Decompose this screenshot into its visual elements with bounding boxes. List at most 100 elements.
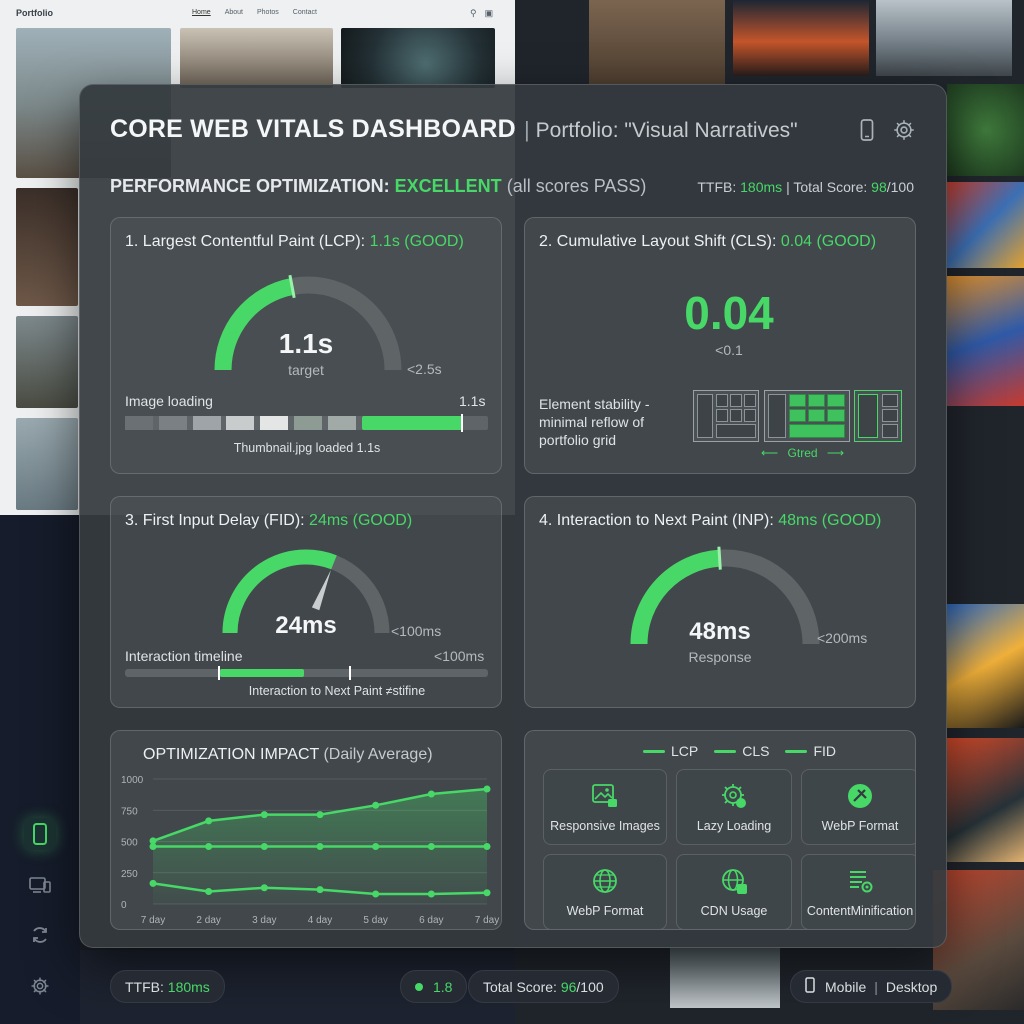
background-photo bbox=[947, 182, 1024, 268]
chip-responsive-images[interactable]: Responsive Images bbox=[543, 769, 667, 845]
status-dot bbox=[415, 982, 423, 991]
inp-title: 4. Interaction to Next Paint (INP): 48ms… bbox=[539, 512, 881, 530]
footer-score-value: 96 bbox=[560, 978, 577, 995]
grid-cell bbox=[716, 409, 728, 422]
data-point bbox=[316, 886, 324, 894]
fid-status: 24ms (GOOD) bbox=[309, 512, 413, 529]
background-nav-about[interactable]: About bbox=[225, 9, 243, 16]
chip-cdn-usage[interactable]: CDN Usage bbox=[676, 854, 792, 929]
chip-webp-format[interactable]: WebP Format bbox=[801, 769, 915, 845]
layout-grid-after bbox=[854, 390, 902, 442]
impact-line-chart: 0 250 500 750 1000 7 day 2 day 3 day 4 day 5 day 6… bbox=[121, 775, 499, 926]
chip-webp-format-2[interactable]: WebP Format bbox=[543, 854, 667, 929]
cls-title: 2. Cumulative Layout Shift (CLS): 0.04 (… bbox=[539, 233, 876, 251]
background-photo bbox=[733, 0, 869, 76]
lcp-threshold: <2.5s bbox=[407, 361, 442, 377]
settings-icon[interactable] bbox=[24, 970, 56, 1002]
chip-content-minification[interactable]: ContentMinification bbox=[801, 854, 915, 929]
fid-card: 3. First Input Delay (FID): 24ms (GOOD) … bbox=[110, 496, 502, 708]
layout-grid-stable bbox=[764, 390, 850, 442]
chip-label: CDN Usage bbox=[700, 904, 768, 918]
chip-label: WebP Format bbox=[566, 904, 644, 918]
grid-cell bbox=[827, 409, 845, 422]
data-point bbox=[149, 843, 157, 850]
background-photo bbox=[947, 276, 1024, 406]
background-navbar: Portfolio Home About Photos Contact ⚲ ▣ bbox=[0, 0, 515, 26]
fid-title: 3. First Input Delay (FID): 24ms (GOOD) bbox=[125, 512, 412, 530]
timeline-threshold: <100ms bbox=[434, 648, 485, 664]
grid-cell bbox=[716, 424, 756, 438]
bag-icon[interactable]: ▣ bbox=[485, 8, 494, 19]
image-loading-progress bbox=[362, 416, 462, 430]
data-point bbox=[372, 801, 380, 809]
grid-cell bbox=[789, 424, 845, 438]
gear-icon[interactable] bbox=[891, 117, 917, 143]
filmstrip-frame bbox=[193, 416, 221, 430]
mobile-view-icon[interactable] bbox=[24, 818, 56, 850]
background-photo bbox=[947, 84, 1024, 176]
data-point bbox=[316, 811, 324, 819]
refresh-icon[interactable] bbox=[24, 919, 56, 951]
background-photo bbox=[16, 188, 78, 306]
background-photo bbox=[16, 418, 78, 510]
footer-ttfb-label: TTFB: bbox=[125, 978, 164, 995]
cls-value: 0.04 bbox=[684, 287, 774, 339]
background-brand: Portfolio bbox=[16, 8, 53, 18]
mode-separator: | bbox=[874, 978, 878, 995]
background-photo bbox=[947, 738, 1024, 862]
data-point bbox=[260, 884, 268, 892]
chip-lazy-loading[interactable]: Lazy Loading bbox=[676, 769, 792, 845]
footer-total-score: Total Score: 96/100 bbox=[468, 970, 619, 1003]
timeline-caption: Interaction to Next Paint ≠stifine bbox=[248, 684, 426, 698]
image-loading-time: 1.1s bbox=[459, 393, 486, 409]
timeline-progress bbox=[220, 669, 304, 677]
footer-ttfb-value: 180ms bbox=[167, 978, 210, 995]
background-nav-contact[interactable]: Contact bbox=[293, 9, 317, 16]
filmstrip-frame bbox=[328, 416, 356, 430]
x-tick-label: 7 day bbox=[475, 915, 499, 926]
x-tick-label: 2 day bbox=[196, 915, 220, 926]
grid-cell bbox=[744, 409, 756, 422]
grid-cell bbox=[768, 394, 786, 438]
mode-desktop[interactable]: Desktop bbox=[886, 979, 937, 995]
view-mode-toggle[interactable]: Mobile | Desktop bbox=[790, 970, 953, 1003]
metrics-separator: | bbox=[786, 179, 790, 195]
grid-cell bbox=[730, 409, 742, 422]
grid-cell bbox=[882, 409, 898, 422]
legend-item-cls: CLS bbox=[714, 743, 769, 759]
grid-arrow-label: ⟵ Gtred ⟶ bbox=[761, 446, 844, 460]
data-point bbox=[316, 843, 324, 850]
gear-clock-icon bbox=[719, 781, 749, 811]
mobile-device-icon[interactable] bbox=[854, 117, 880, 143]
desktop-view-icon[interactable] bbox=[24, 869, 56, 901]
optimizations-card: LCP CLS FID Responsive Images Lazy Loadi… bbox=[524, 730, 916, 930]
x-tick-label: 4 day bbox=[308, 915, 332, 926]
search-icon[interactable]: ⚲ bbox=[470, 8, 477, 19]
header-metrics: TTFB: 180ms | Total Score: 98/100 bbox=[697, 179, 914, 195]
fid-threshold: <100ms bbox=[391, 623, 442, 639]
background-nav-home[interactable]: Home bbox=[192, 9, 211, 16]
cls-description: Element stability - minimal reflow of po… bbox=[539, 396, 650, 448]
dashboard-header: CORE WEB VITALS DASHBOARD | Portfolio: "… bbox=[110, 115, 798, 144]
fid-value: 24ms bbox=[275, 612, 337, 639]
data-point bbox=[372, 890, 380, 898]
grid-cell bbox=[730, 394, 742, 407]
cls-status: 0.04 (GOOD) bbox=[780, 233, 877, 250]
x-tick-label: 7 day bbox=[141, 915, 165, 926]
image-loading-filmstrip bbox=[125, 414, 488, 432]
dashboard-panel: CORE WEB VITALS DASHBOARD | Portfolio: "… bbox=[79, 84, 947, 948]
background-photo bbox=[947, 604, 1024, 728]
globe-check-icon bbox=[719, 866, 749, 896]
arrow-left-icon: ⟵ bbox=[761, 446, 779, 460]
filmstrip-frame bbox=[125, 416, 153, 430]
total-score-label: Total Score: bbox=[793, 179, 868, 195]
data-point bbox=[205, 888, 213, 895]
mode-mobile[interactable]: Mobile bbox=[825, 979, 866, 995]
data-point bbox=[427, 790, 435, 798]
chip-label: Responsive Images bbox=[550, 819, 660, 833]
background-photo bbox=[670, 948, 780, 1008]
inp-title-text: 4. Interaction to Next Paint (INP): bbox=[539, 512, 774, 529]
background-nav-photos[interactable]: Photos bbox=[257, 9, 279, 16]
grid-cell bbox=[808, 394, 825, 407]
filmstrip-frame bbox=[294, 416, 322, 430]
